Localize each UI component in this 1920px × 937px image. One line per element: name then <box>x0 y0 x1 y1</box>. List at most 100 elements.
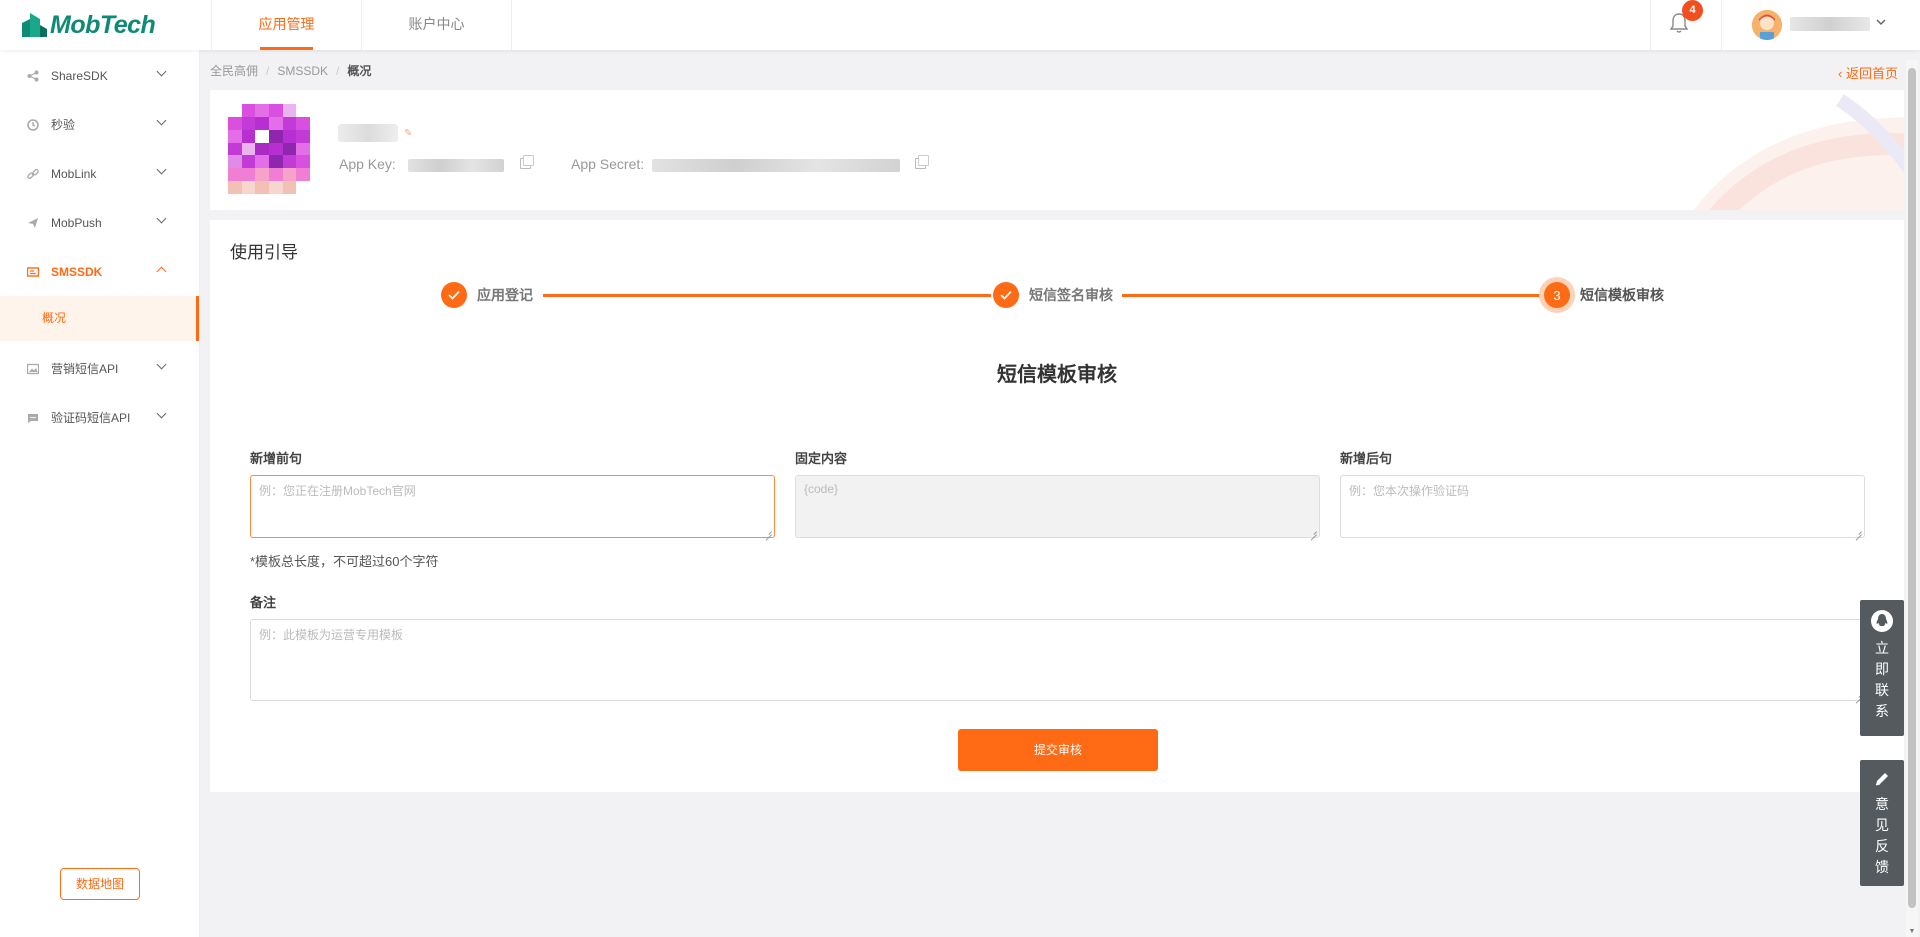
logo-text: MobTech <box>50 10 156 39</box>
app-name-blurred <box>338 124 398 142</box>
prefix-textarea[interactable]: 例：您正在注册MobTech官网 <box>250 475 775 538</box>
guide-title: 使用引导 <box>230 243 298 262</box>
scroll-down-arrow-icon[interactable]: ▼ <box>1906 927 1918 937</box>
avatar[interactable] <box>1752 10 1782 40</box>
contact-now-label: 立即联系 <box>1875 640 1889 719</box>
app-icon-pixel <box>255 142 269 156</box>
notification-badge: 4 <box>1682 0 1703 21</box>
breadcrumb-separator: / <box>266 63 270 78</box>
chevron-down-icon <box>156 408 167 419</box>
app-secret-value-blurred <box>652 159 900 172</box>
app-icon-pixel <box>269 181 283 194</box>
app-icon-pixel <box>255 104 269 117</box>
fixed-content-label: 固定内容 <box>795 451 848 466</box>
step-progress: 应用登记 短信签名审核 3 短信模板审核 <box>210 280 1904 320</box>
top-nav: 应用管理 账户中心 <box>211 0 512 50</box>
app-icon-pixel <box>282 104 297 117</box>
app-icon-pixel <box>296 168 310 182</box>
submit-review-button[interactable]: 提交审核 <box>958 729 1158 771</box>
app-icon-pixel <box>241 168 256 182</box>
app-icon-pixel <box>296 104 310 117</box>
step-label: 短信模板审核 <box>1580 287 1664 303</box>
data-map-button[interactable]: 数据地图 <box>60 868 140 900</box>
topnav-account-center[interactable]: 账户中心 <box>362 0 512 50</box>
breadcrumb-current: 概况 <box>347 64 372 78</box>
chevron-left-icon: ‹ <box>1838 66 1846 81</box>
app-icon-pixel <box>228 168 242 182</box>
app-icon-pixel <box>255 129 269 143</box>
chevron-up-icon <box>156 266 167 277</box>
app-name-tag: ✎ <box>404 128 413 139</box>
sidebar-item-label: MobLink <box>51 166 97 181</box>
resize-handle-icon[interactable] <box>764 527 772 535</box>
breadcrumb: 全民高佣 / SMSSDK / 概况 <box>210 62 371 79</box>
app-icon-pixel <box>269 155 283 169</box>
page-scrollbar[interactable]: ▼ <box>1906 60 1918 937</box>
app-icon-pixel <box>228 116 242 130</box>
back-home-link[interactable]: ‹ 返回首页 <box>1838 63 1898 82</box>
topnav-app-management[interactable]: 应用管理 <box>212 0 362 50</box>
send-icon <box>26 216 40 230</box>
app-icon-pixel <box>296 129 310 143</box>
chevron-down-icon <box>156 115 167 126</box>
scrollbar-thumb[interactable] <box>1908 68 1916 908</box>
suffix-textarea[interactable]: 例：您本次操作验证码 <box>1340 475 1865 538</box>
step-signature-review: 短信签名审核 <box>993 280 1113 310</box>
app-icon-pixel <box>282 116 297 130</box>
copy-icon[interactable] <box>915 155 929 169</box>
app-icon-pixel <box>282 129 297 143</box>
sms-icon <box>26 265 40 279</box>
chevron-down-icon[interactable] <box>1876 16 1886 30</box>
suffix-field-label: 新增后句 <box>1340 451 1393 466</box>
username-blurred[interactable] <box>1790 17 1870 31</box>
sidebar-item-label: 营销短信API <box>51 362 119 376</box>
step-number: 3 <box>1544 282 1570 308</box>
app-icon-pixel <box>255 116 269 130</box>
step-label: 应用登记 <box>477 287 533 303</box>
back-home-label: 返回首页 <box>1845 66 1898 81</box>
chevron-down-icon <box>156 359 167 370</box>
sidebar-item-miaoyan[interactable]: 秒验 <box>0 100 199 149</box>
sidebar-item-sharesdk[interactable]: ShareSDK <box>0 51 199 100</box>
app-secret-label: App Secret: <box>571 156 645 172</box>
sidebar-item-label: MobPush <box>51 215 102 230</box>
app-icon-pixel <box>282 142 297 156</box>
template-length-hint: *模板总长度，不可超过60个字符 <box>250 554 439 569</box>
qq-icon <box>1871 610 1893 632</box>
share-icon <box>26 69 40 83</box>
app-icon-pixel <box>241 181 256 194</box>
sidebar-item-verify-sms-api[interactable]: 验证码短信API <box>0 393 199 442</box>
prefix-placeholder: 例：您正在注册MobTech官网 <box>259 484 416 498</box>
step-template-review: 3 短信模板审核 <box>1544 280 1664 310</box>
step-connector <box>1122 294 1542 297</box>
resize-handle-icon[interactable] <box>1854 527 1862 535</box>
sidebar-item-moblink[interactable]: MobLink <box>0 149 199 198</box>
remark-textarea[interactable]: 例：此模板为运营专用模板 <box>250 619 1865 701</box>
feedback-label: 意见反馈 <box>1875 796 1889 875</box>
logo[interactable]: MobTech <box>20 10 156 40</box>
suffix-placeholder: 例：您本次操作验证码 <box>1349 484 1470 498</box>
app-icon-pixel <box>296 155 310 169</box>
resize-handle-icon <box>1309 527 1317 535</box>
app-icon-pixel <box>269 104 283 117</box>
app-icon-pixel <box>241 129 256 143</box>
app-icon-pixel <box>269 168 283 182</box>
app-icon-pixel <box>296 181 310 194</box>
sidebar-item-marketing-sms-api[interactable]: 营销短信API <box>0 344 199 393</box>
breadcrumb-item[interactable]: SMSSDK <box>277 64 328 78</box>
copy-icon[interactable] <box>520 155 534 169</box>
app-key-value-blurred <box>408 159 504 172</box>
sidebar-subitem-overview[interactable]: 概况 <box>0 296 199 341</box>
app-icon-pixel <box>228 155 242 169</box>
clock-icon <box>26 118 40 132</box>
app-key-label: App Key: <box>339 156 396 172</box>
section-title: 短信模板审核 <box>997 364 1117 386</box>
sidebar-item-mobpush[interactable]: MobPush <box>0 198 199 247</box>
contact-now-button[interactable]: 立即联系 <box>1860 600 1904 736</box>
sidebar-item-smssdk[interactable]: SMSSDK <box>0 247 199 296</box>
app-icon-pixel <box>296 116 310 130</box>
feedback-button[interactable]: 意见反馈 <box>1860 760 1904 886</box>
app-icon-pixel <box>241 104 256 117</box>
breadcrumb-item[interactable]: 全民高佣 <box>210 62 258 79</box>
sidebar-item-label: 秒验 <box>51 118 76 132</box>
